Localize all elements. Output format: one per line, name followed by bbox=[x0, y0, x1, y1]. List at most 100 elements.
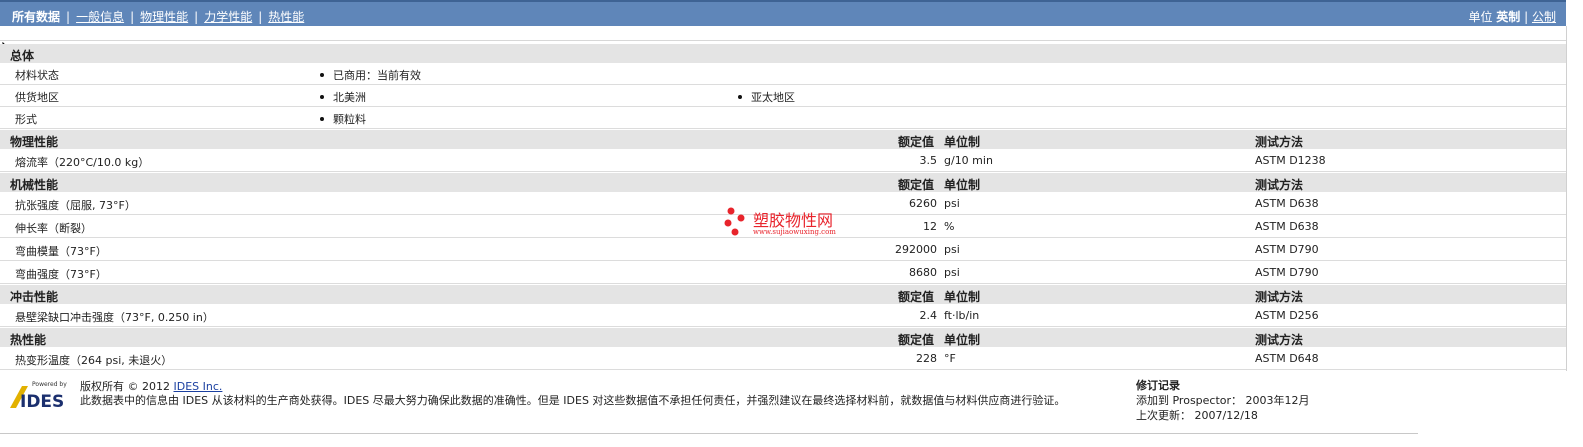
property-label: 弯曲模量（73°F） bbox=[15, 245, 107, 258]
section-title: 冲击性能 bbox=[10, 290, 59, 304]
bullet-icon bbox=[320, 73, 324, 77]
unit-separator: | bbox=[1524, 10, 1532, 24]
unit-metric-link[interactable]: 公制 bbox=[1532, 10, 1556, 24]
column-nominal: 额定值 bbox=[898, 333, 935, 347]
section-header-impact: 冲击性能 额定值 单位制 测试方法 bbox=[0, 285, 1566, 304]
nominal-value: 3.5 bbox=[919, 154, 938, 167]
added-value: 2003年12月 bbox=[1245, 394, 1310, 407]
top-nav-bar: 所有数据 | 一般信息 | 物理性能 | 力学性能 | 热性能 单位 英制 | 公制 bbox=[0, 0, 1566, 26]
column-nominal: 额定值 bbox=[898, 135, 935, 149]
column-nominal: 额定值 bbox=[898, 290, 935, 304]
property-label: 伸长率（断裂） bbox=[15, 222, 92, 235]
nominal-value: 12 bbox=[923, 220, 937, 233]
unit-value: psi bbox=[944, 266, 960, 279]
unit-value: ft·lb/in bbox=[944, 309, 980, 322]
logo-text: IDES bbox=[20, 392, 64, 410]
tab-general-info[interactable]: 一般信息 bbox=[76, 10, 124, 24]
section-header-thermal: 热性能 额定值 单位制 测试方法 bbox=[0, 328, 1566, 347]
tab-separator: | bbox=[130, 10, 135, 24]
column-nominal: 额定值 bbox=[898, 178, 935, 192]
property-label: 材料状态 bbox=[15, 69, 59, 82]
watermark-dots-icon bbox=[724, 207, 745, 236]
added-label: 添加到 Prospector： bbox=[1136, 394, 1243, 407]
tab-all-data[interactable]: 所有数据 bbox=[12, 10, 60, 24]
table-row: 供货地区 北美洲 亚太地区 bbox=[0, 85, 1566, 107]
tab-thermal[interactable]: 热性能 bbox=[268, 10, 304, 24]
test-method: ASTM D790 bbox=[1255, 243, 1319, 256]
column-unit: 单位制 bbox=[944, 290, 981, 304]
test-method: ASTM D638 bbox=[1255, 197, 1319, 210]
footer: Powered by IDES 版权所有 © 2012 IDES Inc. 此数… bbox=[0, 374, 1566, 447]
table-row: 悬壁梁缺口冲击强度（73°F, 0.250 in） 2.4 ft·lb/in A… bbox=[0, 305, 1566, 327]
property-label: 熔流率（220°C/10.0 kg） bbox=[15, 156, 150, 169]
table-row: 热变形温度（264 psi, 未退火） 228 °F ASTM D648 bbox=[0, 348, 1566, 370]
nominal-value: 6260 bbox=[909, 197, 937, 210]
unit-value: °F bbox=[944, 352, 956, 365]
property-label: 热变形温度（264 psi, 未退火） bbox=[15, 354, 173, 367]
logo-powered-by: Powered by bbox=[32, 381, 67, 388]
disclaimer-text: 此数据表中的信息由 IDES 从该材料的生产商处获得。IDES 尽最大努力确保此… bbox=[80, 394, 1066, 407]
table-row: 弯曲强度（73°F） 8680 psi ASTM D790 bbox=[0, 262, 1566, 284]
section-title: 热性能 bbox=[10, 333, 47, 347]
column-unit: 单位制 bbox=[944, 333, 981, 347]
updated-label: 上次更新： bbox=[1136, 409, 1191, 422]
tab-separator: | bbox=[258, 10, 263, 24]
unit-english-option[interactable]: 英制 bbox=[1496, 10, 1520, 24]
test-method: ASTM D790 bbox=[1255, 266, 1319, 279]
bullet-icon bbox=[738, 95, 742, 99]
nominal-value: 8680 bbox=[909, 266, 937, 279]
ides-logo: Powered by IDES bbox=[8, 381, 70, 410]
property-label: 悬壁梁缺口冲击强度（73°F, 0.250 in） bbox=[15, 311, 214, 324]
section-header-mechanical: 机械性能 额定值 单位制 测试方法 bbox=[0, 173, 1566, 192]
section-header-general: 总体 bbox=[0, 44, 1566, 63]
column-unit: 单位制 bbox=[944, 135, 981, 149]
property-label: 抗张强度（屈服, 73°F） bbox=[15, 199, 136, 212]
units-label: 单位 bbox=[1468, 10, 1493, 24]
table-row: 弯曲模量（73°F） 292000 psi ASTM D790 bbox=[0, 239, 1566, 261]
right-border bbox=[1566, 26, 1567, 371]
property-label: 弯曲强度（73°F） bbox=[15, 268, 107, 281]
column-method: 测试方法 bbox=[1255, 135, 1304, 149]
company-link[interactable]: IDES Inc. bbox=[174, 380, 223, 393]
copyright-block: 版权所有 © 2012 IDES Inc. 此数据表中的信息由 IDES 从该材… bbox=[80, 380, 1065, 408]
property-label: 形式 bbox=[15, 113, 37, 126]
column-method: 测试方法 bbox=[1255, 178, 1304, 192]
column-method: 测试方法 bbox=[1255, 290, 1304, 304]
section-title: 物理性能 bbox=[10, 135, 59, 149]
watermark-url: www.sujiaowuxing.com bbox=[753, 228, 836, 236]
section-title: 总体 bbox=[10, 49, 35, 63]
copyright-text: 版权所有 © 2012 bbox=[80, 380, 170, 393]
test-method: ASTM D638 bbox=[1255, 220, 1319, 233]
bullet-icon bbox=[320, 117, 324, 121]
unit-value: g/10 min bbox=[944, 154, 993, 167]
property-value: 颗粒料 bbox=[320, 111, 366, 127]
nominal-value: 2.4 bbox=[919, 309, 938, 322]
tab-separator: | bbox=[66, 10, 71, 24]
tab-mechanical[interactable]: 力学性能 bbox=[204, 10, 252, 24]
updated-value: 2007/12/18 bbox=[1194, 409, 1258, 422]
revision-title: 修订记录 bbox=[1136, 379, 1180, 392]
section-tabs: 所有数据 | 一般信息 | 物理性能 | 力学性能 | 热性能 bbox=[12, 8, 304, 25]
test-method: ASTM D256 bbox=[1255, 309, 1319, 322]
table-row: 材料状态 已商用：当前有效 bbox=[0, 63, 1566, 85]
table-row: 熔流率（220°C/10.0 kg） 3.5 g/10 min ASTM D12… bbox=[0, 150, 1566, 172]
property-label: 供货地区 bbox=[15, 91, 59, 104]
test-method: ASTM D648 bbox=[1255, 352, 1319, 365]
bullet-icon bbox=[320, 95, 324, 99]
revision-history: 修订记录 添加到 Prospector： 2003年12月 上次更新： 2007… bbox=[1136, 378, 1310, 423]
tab-physical[interactable]: 物理性能 bbox=[140, 10, 188, 24]
property-value: 北美洲 bbox=[320, 89, 366, 105]
watermark: 塑胶物性网 www.sujiaowuxing.com bbox=[724, 207, 854, 239]
unit-value: psi bbox=[944, 197, 960, 210]
table-row: 形式 颗粒料 bbox=[0, 107, 1566, 129]
tab-separator: | bbox=[194, 10, 199, 24]
unit-value: psi bbox=[944, 243, 960, 256]
column-method: 测试方法 bbox=[1255, 333, 1304, 347]
unit-value: % bbox=[944, 220, 955, 233]
test-method: ASTM D1238 bbox=[1255, 154, 1326, 167]
column-unit: 单位制 bbox=[944, 178, 981, 192]
property-value: 亚太地区 bbox=[738, 89, 795, 105]
nominal-value: 228 bbox=[916, 352, 937, 365]
divider bbox=[0, 40, 1566, 41]
property-value: 已商用：当前有效 bbox=[320, 67, 421, 83]
